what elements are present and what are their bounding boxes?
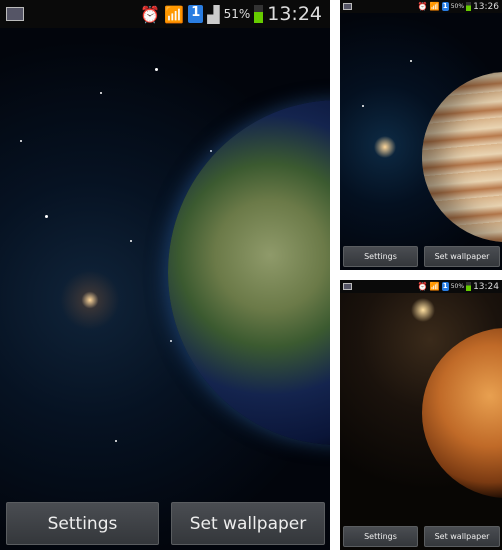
status-bar: ⏰ 📶 1 ▟ 51% 13:24 (0, 0, 330, 28)
venus-planet (422, 328, 502, 498)
venus-screen: ⏰ 📶 1 50% 13:24 Settings Set wallpaper (340, 280, 502, 550)
settings-button[interactable]: Settings (343, 526, 418, 547)
settings-button[interactable]: Settings (343, 246, 418, 267)
star-glow (373, 135, 397, 159)
alarm-icon: ⏰ (140, 4, 161, 24)
set-wallpaper-button[interactable]: Set wallpaper (171, 502, 325, 545)
gallery-icon (6, 7, 24, 21)
star-glow (60, 270, 120, 330)
jupiter-planet (422, 72, 502, 242)
star (362, 105, 364, 107)
star (410, 60, 412, 62)
signal-icon: ▟ (207, 4, 220, 24)
star (45, 215, 48, 218)
jupiter-screen: ⏰ 📶 1 50% 13:26 Settings Set wallpaper (340, 0, 502, 270)
notification-badge: 1 (441, 282, 449, 291)
set-wallpaper-button[interactable]: Set wallpaper (424, 526, 500, 547)
battery-icon (466, 2, 472, 11)
battery-icon (466, 282, 472, 291)
battery-percent: 51% (223, 7, 251, 21)
alarm-icon: ⏰ (417, 2, 428, 11)
notification-badge: 1 (441, 2, 449, 11)
notification-badge: 1 (188, 5, 204, 23)
star (100, 92, 102, 94)
gallery-icon (343, 3, 352, 10)
wifi-icon: 📶 (429, 282, 440, 291)
clock: 13:26 (473, 1, 499, 12)
gallery-icon (343, 283, 352, 290)
status-bar: ⏰ 📶 1 50% 13:26 (340, 0, 502, 13)
settings-button[interactable]: Settings (6, 502, 159, 545)
star-glow (410, 297, 436, 323)
star (170, 340, 172, 342)
clock: 13:24 (267, 3, 322, 25)
star (115, 440, 117, 442)
battery-icon (254, 5, 264, 23)
status-bar: ⏰ 📶 1 50% 13:24 (340, 280, 502, 293)
alarm-icon: ⏰ (417, 282, 428, 291)
earth-screen: ⏰ 📶 1 ▟ 51% 13:24 Settings Set wallpaper (0, 0, 330, 550)
wifi-icon: 📶 (164, 4, 185, 24)
star (155, 68, 158, 71)
battery-percent: 50% (450, 3, 465, 10)
battery-percent: 50% (450, 283, 465, 290)
wifi-icon: 📶 (429, 2, 440, 11)
earth-planet (168, 100, 330, 445)
set-wallpaper-button[interactable]: Set wallpaper (424, 246, 500, 267)
clock: 13:24 (473, 281, 499, 292)
star (130, 240, 132, 242)
star (210, 150, 212, 152)
star (20, 140, 22, 142)
